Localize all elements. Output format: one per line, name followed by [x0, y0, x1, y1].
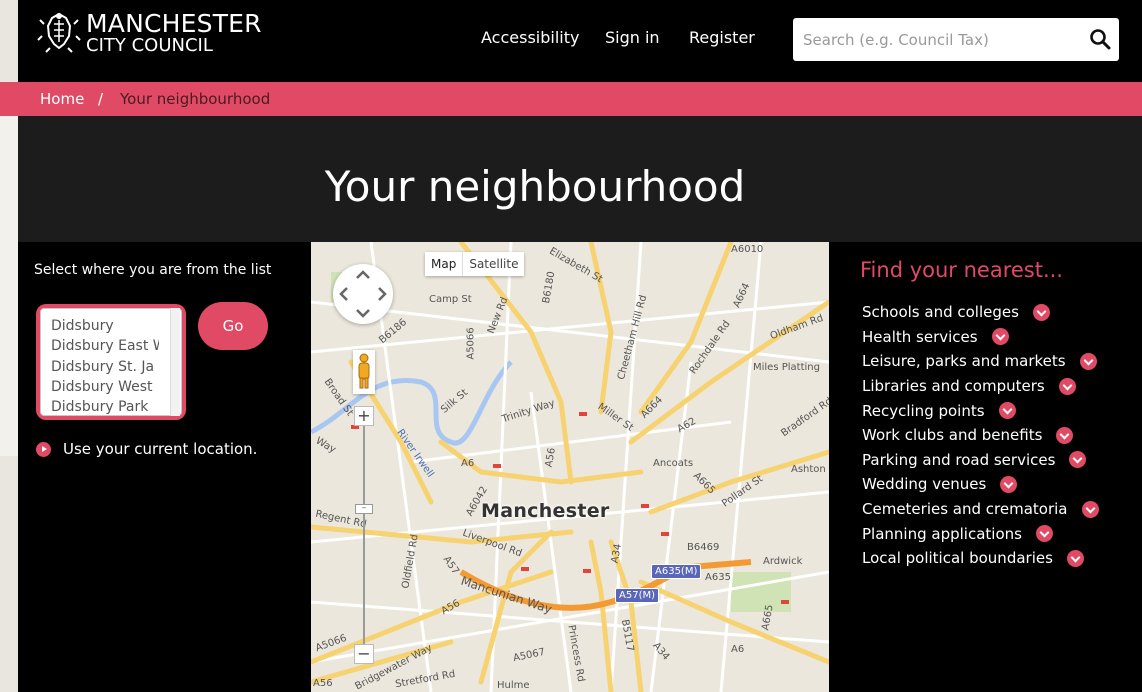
map-label: Miles Platting	[753, 362, 820, 373]
panel-notch	[829, 256, 847, 292]
logo-title: MANCHESTER	[86, 9, 262, 38]
use-current-location-label: Use your current location.	[63, 440, 258, 458]
find-item-political-boundaries[interactable]: Local political boundaries	[862, 546, 1099, 571]
chevron-down-icon	[1069, 451, 1087, 469]
search-input[interactable]	[803, 18, 1073, 61]
zoom-slider-handle[interactable]: –	[355, 504, 373, 514]
map-zoom-control: + – −	[354, 406, 374, 664]
zoom-out-button[interactable]: −	[354, 644, 374, 664]
zoom-slider-track[interactable]	[363, 426, 365, 644]
find-item-label: Recycling points	[862, 401, 985, 420]
find-item-label: Planning applications	[862, 524, 1022, 543]
find-item-libraries[interactable]: Libraries and computers	[862, 374, 1099, 399]
map-label: A635	[705, 572, 731, 583]
chevron-down-icon	[1032, 303, 1050, 321]
road-shield: A635(M)	[651, 564, 702, 579]
chevron-down-icon	[1056, 426, 1074, 444]
area-list-frame: Didsbury Didsbury East W Didsbury St. Ja…	[36, 304, 186, 420]
map-type-control: Map Satellite	[425, 252, 525, 276]
map-label: A6010	[731, 244, 764, 255]
find-item-label: Local political boundaries	[862, 549, 1053, 568]
find-item-schools[interactable]: Schools and colleges	[862, 300, 1099, 325]
find-item-label: Schools and colleges	[862, 303, 1019, 322]
nav-sign-in-link[interactable]: Sign in	[605, 28, 660, 47]
neighbourhood-map[interactable]: Camp St New Rd B6180 Elizabeth St A6010 …	[311, 242, 829, 692]
find-item-recycling[interactable]: Recycling points	[862, 398, 1099, 423]
find-item-parking[interactable]: Parking and road services	[862, 448, 1099, 473]
zoom-in-button[interactable]: +	[354, 406, 374, 426]
nav-register-link[interactable]: Register	[689, 28, 755, 47]
map-label: A5066	[465, 327, 477, 360]
title-band: Your neighbourhood	[18, 116, 1142, 242]
chevron-down-icon	[1079, 352, 1097, 370]
map-pan-control[interactable]	[333, 264, 393, 324]
map-city-label: Manchester	[481, 500, 610, 522]
road-shield: A57(M)	[615, 588, 659, 603]
chevron-down-icon	[991, 328, 1009, 346]
search-box	[793, 18, 1119, 61]
background-pale-panel	[0, 116, 18, 456]
map-label: A6	[461, 458, 475, 469]
use-current-location-link[interactable]: Use your current location.	[36, 440, 257, 458]
find-item-label: Cemeteries and crematoria	[862, 500, 1068, 519]
find-item-label: Wedding venues	[862, 475, 987, 494]
chevron-down-icon	[1000, 475, 1018, 493]
chevron-down-icon	[1081, 500, 1099, 518]
map-label: Ancoats	[653, 458, 694, 469]
background-map-sliver	[0, 0, 18, 692]
find-your-nearest-title: Find your nearest...	[860, 258, 1063, 282]
street-view-pegman-icon[interactable]	[353, 350, 375, 394]
pan-arrows-icon	[339, 270, 387, 318]
background-red-band	[0, 82, 18, 116]
breadcrumb-current: Your neighbourhood	[120, 90, 271, 108]
map-type-map-button[interactable]: Map	[425, 252, 464, 276]
find-item-leisure[interactable]: Leisure, parks and markets	[862, 349, 1099, 374]
breadcrumb-home-link[interactable]: Home	[40, 90, 84, 108]
area-option[interactable]: Didsbury St. Ja	[41, 357, 159, 377]
play-bullet-icon	[36, 441, 51, 457]
nav-accessibility-link[interactable]: Accessibility	[481, 28, 579, 47]
find-item-health[interactable]: Health services	[862, 325, 1099, 350]
find-item-label: Health services	[862, 327, 978, 346]
find-item-label: Parking and road services	[862, 450, 1056, 469]
area-option[interactable]: Didsbury Park	[41, 397, 159, 415]
map-label: A56	[313, 678, 333, 689]
select-area-label: Select where you are from the list	[34, 262, 272, 278]
site-header: MANCHESTER CITY COUNCIL Accessibility Si…	[18, 0, 1142, 82]
map-label: Ashton	[791, 464, 826, 475]
search-icon[interactable]	[1089, 28, 1111, 50]
chevron-down-icon	[1035, 525, 1053, 543]
area-select-list[interactable]: Didsbury Didsbury East W Didsbury St. Ja…	[40, 308, 182, 416]
map-label: Hulme	[497, 680, 530, 691]
area-list-scrollbar[interactable]	[170, 308, 180, 416]
find-item-label: Work clubs and benefits	[862, 426, 1043, 445]
chevron-down-icon	[1058, 377, 1076, 395]
breadcrumb-separator: /	[98, 90, 104, 108]
find-item-work-clubs[interactable]: Work clubs and benefits	[862, 423, 1099, 448]
logo-subtitle: CITY COUNCIL	[86, 35, 213, 56]
find-your-nearest-list: Schools and colleges Health services Lei…	[862, 300, 1099, 571]
map-label: Ardwick	[763, 556, 803, 567]
find-item-cemeteries[interactable]: Cemeteries and crematoria	[862, 497, 1099, 522]
find-item-label: Leisure, parks and markets	[862, 352, 1066, 371]
council-logo[interactable]: MANCHESTER CITY COUNCIL	[36, 10, 262, 56]
area-option[interactable]: Didsbury West	[41, 377, 159, 397]
chevron-down-icon	[1066, 549, 1084, 567]
chevron-down-icon	[998, 402, 1016, 420]
map-label: Camp St	[429, 294, 472, 305]
map-type-satellite-button[interactable]: Satellite	[463, 252, 525, 276]
go-button[interactable]: Go	[198, 302, 268, 350]
coat-of-arms-icon	[37, 12, 81, 53]
map-label: A6	[731, 644, 745, 655]
breadcrumb: Home / Your neighbourhood	[18, 82, 1142, 116]
find-item-label: Libraries and computers	[862, 377, 1045, 396]
page-title: Your neighbourhood	[324, 162, 746, 211]
area-option[interactable]: Didsbury East W	[41, 336, 159, 356]
find-item-wedding[interactable]: Wedding venues	[862, 472, 1099, 497]
find-item-planning[interactable]: Planning applications	[862, 521, 1099, 546]
area-option[interactable]: Didsbury	[41, 316, 159, 336]
main-content: Select where you are from the list Didsb…	[18, 242, 1142, 692]
map-label: B6469	[687, 542, 720, 553]
page: MANCHESTER CITY COUNCIL Accessibility Si…	[0, 0, 1142, 692]
